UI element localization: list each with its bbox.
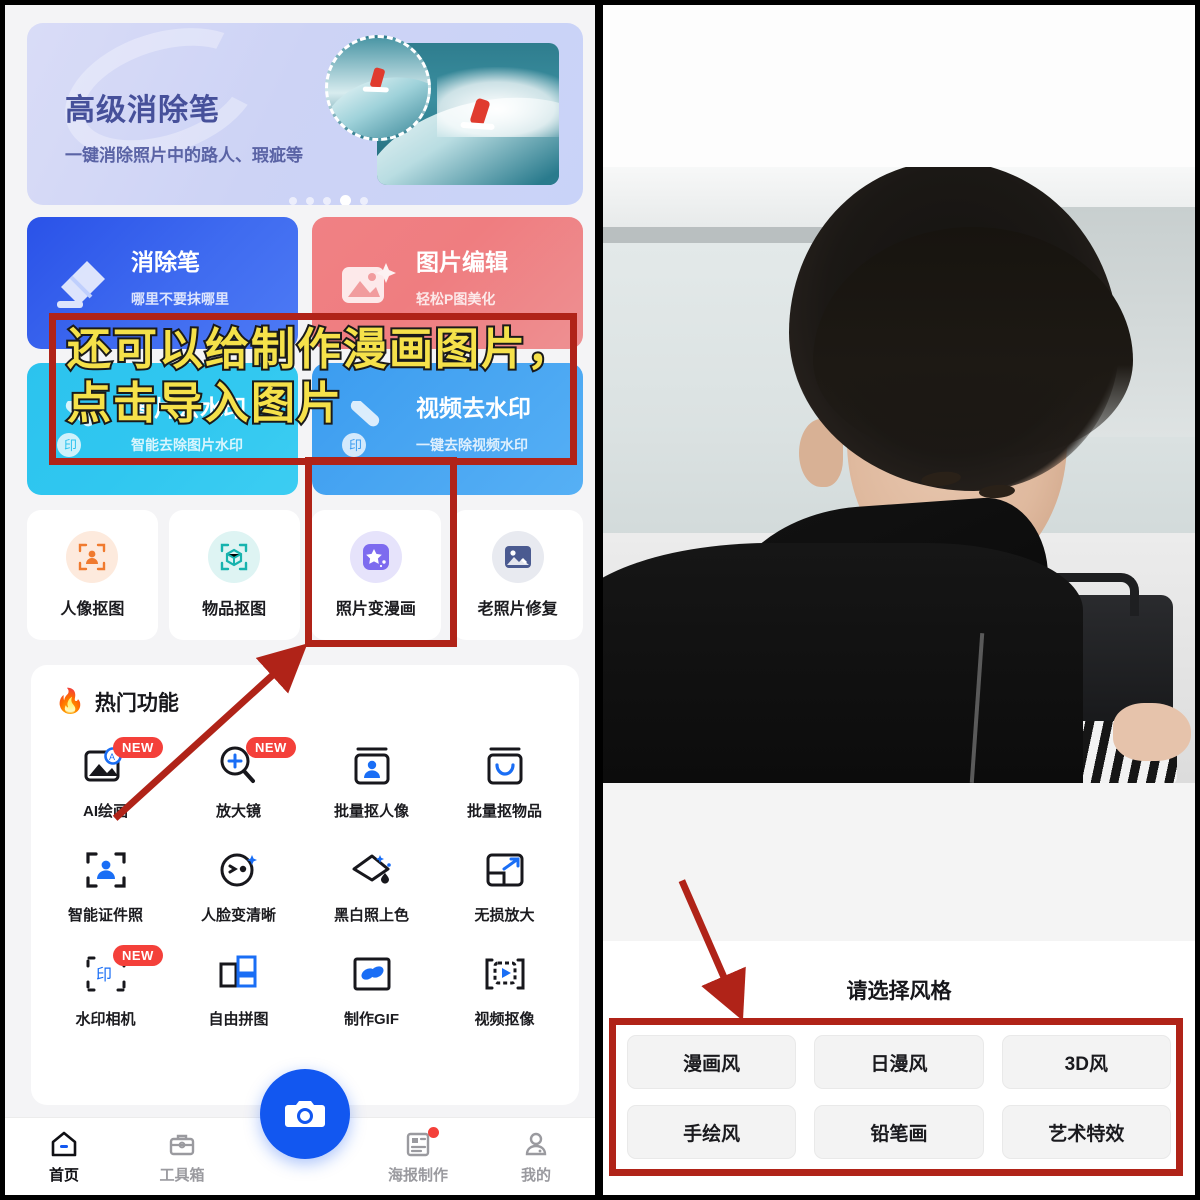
hot-item-label: 批量抠物品 [466, 803, 542, 820]
hot-functions-title: 热门功能 [94, 692, 179, 715]
hot-functions-panel: 🔥 热门功能 A NEW AI绘画 NEW 放大镜 批量抠人像 批量抠物品 智能… [31, 665, 579, 1105]
banner-subtitle: 一键消除照片中的路人、瑕疵等 [65, 146, 303, 165]
hot-item-batch-object[interactable]: 批量抠物品 [438, 743, 571, 821]
banner-title: 高级消除笔 [65, 94, 220, 127]
nav-label: 海报制作 [387, 1166, 448, 1184]
hot-item-video-matting[interactable]: 视频抠像 [438, 951, 571, 1029]
nav-item-toolbox[interactable]: 工具箱 [123, 1129, 241, 1185]
id-photo-icon [85, 852, 126, 888]
svg-text:A: A [109, 752, 115, 762]
hot-item-label: 黑白照上色 [333, 907, 409, 924]
face-enhance-icon [220, 853, 257, 887]
portrait-cutout-icon [66, 531, 119, 583]
annotation-instruction-text: 还可以给制作漫画图片， 点击导入图片 [65, 323, 573, 430]
tile-label: 老照片修复 [477, 601, 558, 618]
camera-fab-button[interactable] [260, 1069, 350, 1159]
photo-to-comic-screen: 请选择风格 漫画风 日漫风 3D风 手绘风 铅笔画 艺术特效 [600, 0, 1200, 1200]
nav-label: 首页 [48, 1166, 79, 1184]
make-gif-icon [353, 957, 390, 991]
profile-icon [525, 1132, 547, 1155]
notification-dot [428, 1126, 439, 1138]
hot-item-label: 批量抠人像 [333, 803, 409, 820]
new-badge: NEW [113, 737, 163, 758]
tile-object-cutout[interactable]: 物品抠图 [168, 510, 300, 640]
hot-item-face-enhance[interactable]: 人脸变清晰 [172, 847, 305, 925]
banner-dot[interactable] [323, 196, 331, 205]
banner-pagination-dots[interactable] [289, 195, 368, 205]
hot-item-label: 人脸变清晰 [200, 907, 276, 924]
tile-portrait-cutout[interactable]: 人像抠图 [27, 510, 158, 640]
video-matting-icon [485, 958, 524, 990]
hot-item-label: 制作GIF [344, 1011, 399, 1028]
hot-item-label: 智能证件照 [67, 907, 143, 924]
hot-item-make-gif[interactable]: 制作GIF [305, 951, 438, 1029]
toolbox-icon [169, 1134, 195, 1155]
tile-old-photo-repair[interactable]: 老照片修复 [452, 510, 583, 640]
tile-label: 物品抠图 [202, 601, 267, 618]
hot-item-ai-paint[interactable]: A NEW AI绘画 [39, 737, 172, 821]
annotation-box-photo-to-comic [305, 457, 457, 647]
hot-item-label: 无损放大 [474, 907, 535, 924]
nav-item-profile[interactable]: 我的 [477, 1129, 595, 1185]
free-collage-icon [219, 955, 256, 988]
svg-text:印: 印 [96, 966, 112, 984]
hot-item-batch-portrait[interactable]: 批量抠人像 [305, 743, 438, 821]
app-home-screen: 高级消除笔 一键消除照片中的路人、瑕疵等 消除笔 哪里不要抹哪里 图片编辑 轻松… [0, 0, 600, 1200]
banner-dot[interactable] [289, 196, 297, 205]
hot-item-magnifier[interactable]: NEW 放大镜 [172, 737, 305, 821]
hot-item-label: 自由拼图 [208, 1011, 269, 1028]
new-badge: NEW [246, 737, 296, 758]
promo-banner[interactable]: 高级消除笔 一键消除照片中的路人、瑕疵等 [27, 23, 583, 205]
hot-item-colorize[interactable]: 黑白照上色 [305, 847, 438, 925]
eraser-pen-icon [57, 261, 105, 308]
nav-item-home[interactable]: 首页 [5, 1129, 123, 1185]
new-badge: NEW [113, 945, 163, 966]
camera-icon [285, 1101, 325, 1127]
home-icon [51, 1131, 77, 1156]
banner-dot-active[interactable] [340, 195, 351, 205]
banner-dot[interactable] [360, 196, 368, 205]
nav-label: 我的 [520, 1166, 551, 1184]
banner-dot[interactable] [306, 196, 314, 205]
hot-functions-grid: A NEW AI绘画 NEW 放大镜 批量抠人像 批量抠物品 智能证件照 人脸变… [31, 717, 579, 1029]
lossless-upscale-icon [486, 853, 523, 887]
hot-item-lossless-upscale[interactable]: 无损放大 [438, 847, 571, 925]
card-subtitle: 轻松P图美化 [416, 291, 496, 307]
card-title: 图片编辑 [416, 249, 508, 275]
old-photo-repair-icon [491, 531, 544, 583]
hot-item-id-photo[interactable]: 智能证件照 [39, 847, 172, 925]
top-blank-bar [603, 5, 1195, 167]
style-prompt-title: 请选择风格 [846, 980, 952, 1003]
banner-zoom-circle [325, 35, 431, 141]
hot-item-free-collage[interactable]: 自由拼图 [172, 951, 305, 1029]
imported-photo-preview[interactable] [603, 167, 1195, 783]
flame-icon: 🔥 [55, 688, 85, 715]
colorize-icon [352, 854, 391, 884]
tile-label: 人像抠图 [60, 601, 125, 618]
card-subtitle: 哪里不要抹哪里 [131, 291, 229, 307]
card-title: 消除笔 [131, 249, 200, 275]
batch-object-icon [487, 747, 522, 785]
hot-item-label: AI绘画 [82, 803, 128, 820]
hot-item-label: 水印相机 [75, 1011, 136, 1028]
preview-gap-area [603, 783, 1195, 941]
hot-item-watermark-camera[interactable]: 印 NEW 水印相机 [39, 945, 172, 1029]
object-cutout-icon [208, 531, 261, 583]
batch-portrait-icon [354, 747, 389, 785]
image-edit-icon [342, 263, 396, 303]
hot-item-label: 放大镜 [215, 803, 261, 820]
nav-item-poster[interactable]: 海报制作 [359, 1126, 477, 1185]
hot-item-label: 视频抠像 [474, 1011, 535, 1028]
annotation-box-style-buttons [609, 1018, 1183, 1176]
nav-label: 工具箱 [159, 1166, 205, 1184]
